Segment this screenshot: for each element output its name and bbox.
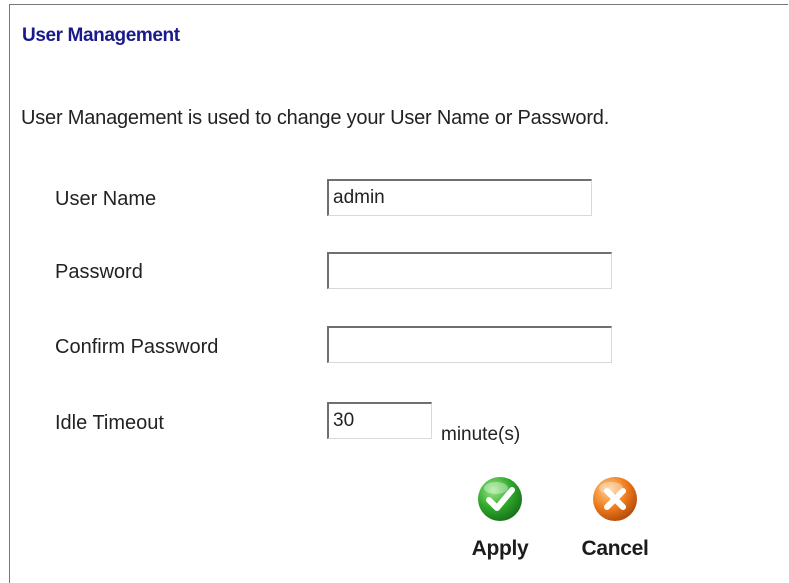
idle-timeout-unit: minute(s) <box>441 424 521 445</box>
apply-label: Apply <box>471 537 529 560</box>
cancel-button[interactable]: Cancel <box>570 475 660 561</box>
password-label: Password <box>55 261 143 283</box>
username-label: User Name <box>55 188 157 210</box>
confirm-password-input[interactable] <box>327 326 612 363</box>
close-icon <box>593 477 637 521</box>
page-description: User Management is used to change your U… <box>21 107 610 129</box>
page-title: User Management <box>22 25 180 46</box>
username-input[interactable] <box>327 179 592 216</box>
user-management-panel: User Management User Management is used … <box>9 4 788 583</box>
checkmark-icon <box>478 477 522 521</box>
password-input[interactable] <box>327 252 612 289</box>
idle-timeout-label: Idle Timeout <box>55 412 164 434</box>
cancel-label: Cancel <box>581 537 649 560</box>
idle-timeout-input[interactable] <box>327 402 432 439</box>
confirm-password-label: Confirm Password <box>55 336 219 358</box>
apply-button[interactable]: Apply <box>455 475 545 561</box>
